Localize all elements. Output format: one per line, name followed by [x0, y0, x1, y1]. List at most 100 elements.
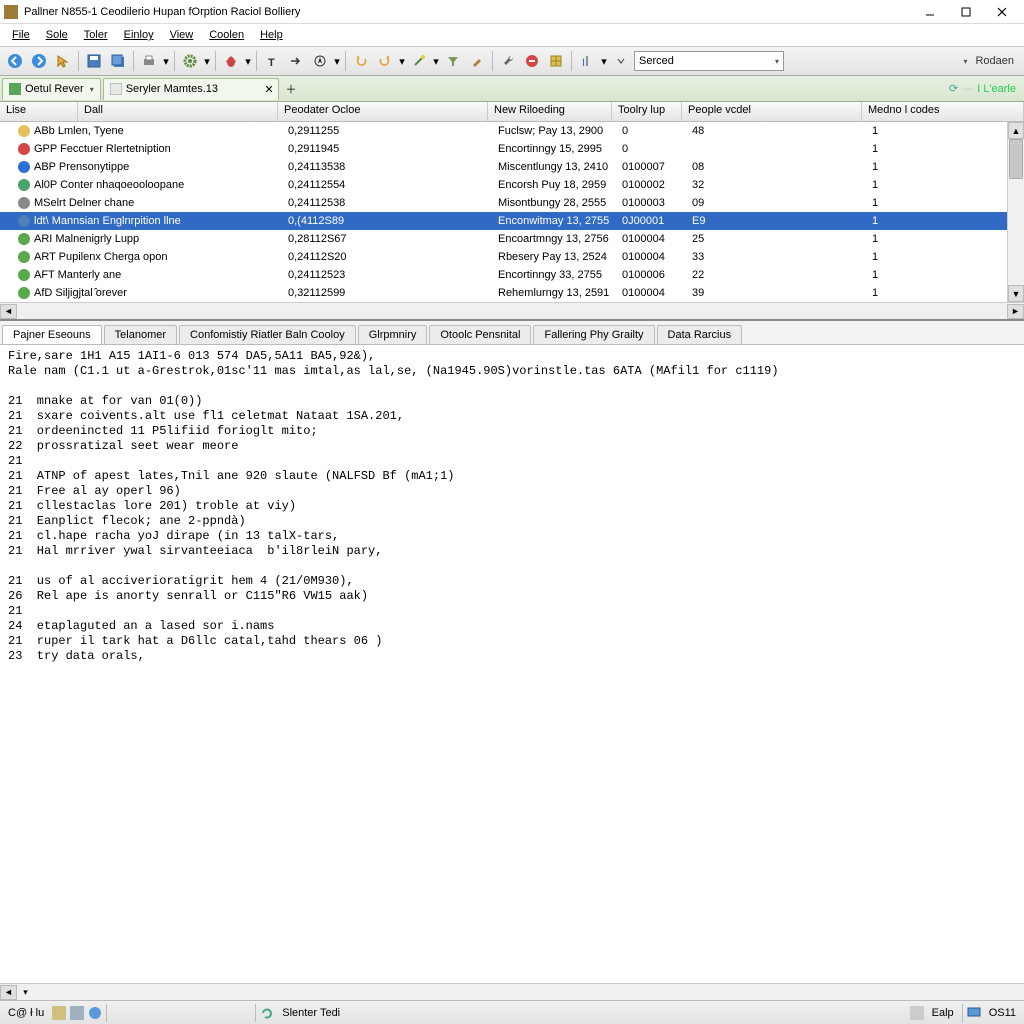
scroll-thumb[interactable]: [1009, 139, 1023, 179]
print-dropdown[interactable]: ▾: [162, 55, 170, 68]
tab-icon: [9, 83, 21, 95]
status-bar: C@ ł lu Slenter Tedi Ealp OS11: [0, 1000, 1024, 1024]
detail-tab[interactable]: Fallering Phy Grailty: [533, 325, 654, 344]
detail-tab[interactable]: Glrpmniry: [358, 325, 428, 344]
menu-file[interactable]: File: [4, 27, 38, 43]
globe-icon[interactable]: [88, 1006, 102, 1020]
tabstrip-right-label[interactable]: I L'earle: [977, 83, 1016, 95]
menu-view[interactable]: View: [162, 27, 202, 43]
wand-icon[interactable]: [408, 50, 430, 72]
status-right-1[interactable]: Ealp: [928, 1007, 958, 1019]
grid-icon[interactable]: [545, 50, 567, 72]
code-horizontal-scrollbar[interactable]: ◄ ▾: [0, 983, 1024, 1000]
refresh-icon[interactable]: [260, 1006, 274, 1020]
text-cursor-dropdown[interactable]: ▾: [600, 55, 608, 68]
wrench-icon[interactable]: [497, 50, 519, 72]
table-row[interactable]: ABP Prensonytippe0,24113538Miscentlungy …: [0, 158, 1024, 176]
forward-icon[interactable]: [28, 50, 50, 72]
vertical-scrollbar[interactable]: ▲ ▼: [1007, 122, 1024, 302]
save-all-icon[interactable]: [107, 50, 129, 72]
detail-tab[interactable]: Data Rarcius: [657, 325, 743, 344]
detail-tab[interactable]: Confomistiy Riatler Baln Cooloy: [179, 325, 356, 344]
grid-body[interactable]: ABb Lmlen, Tyene0,2911255Fuclsw; Pay 13,…: [0, 122, 1024, 302]
search-input[interactable]: [639, 55, 775, 67]
maximize-button[interactable]: [948, 1, 984, 23]
sync-icon[interactable]: ⟳: [949, 82, 958, 95]
scroll-left-icon[interactable]: ◄: [0, 985, 17, 1000]
table-row[interactable]: Al0P Conter nhaqoeooloopane0,24112554Enc…: [0, 176, 1024, 194]
monitor-icon[interactable]: [967, 1006, 981, 1020]
close-button[interactable]: [984, 1, 1020, 23]
gear-icon[interactable]: [179, 50, 201, 72]
status-center-button[interactable]: Slenter Tedi: [278, 1007, 344, 1019]
compass-dropdown[interactable]: ▾: [333, 55, 341, 68]
scroll-left-icon[interactable]: ◄: [0, 304, 17, 319]
wand-dropdown[interactable]: ▾: [432, 55, 440, 68]
file-icon: [110, 83, 122, 95]
tab-oetul-rever[interactable]: Oetul Rever: [2, 78, 101, 100]
filter-icon[interactable]: [442, 50, 464, 72]
menu-toler[interactable]: Toler: [76, 27, 116, 43]
bug-icon[interactable]: [220, 50, 242, 72]
scroll-menu-icon[interactable]: ▾: [17, 987, 34, 998]
menu-coolen[interactable]: Coolen: [201, 27, 252, 43]
svg-text:T: T: [268, 57, 275, 68]
text-tool-icon[interactable]: T: [261, 50, 283, 72]
column-header[interactable]: Peodater Ocloe: [278, 102, 488, 121]
back-icon[interactable]: [4, 50, 26, 72]
detail-tabs: Pajner Eseouns Telanomer Confomistiy Ria…: [0, 321, 1024, 345]
redo-dropdown[interactable]: ▾: [398, 55, 406, 68]
status-icon[interactable]: [70, 1006, 84, 1020]
table-row[interactable]: ABb Lmlen, Tyene0,2911255Fuclsw; Pay 13,…: [0, 122, 1024, 140]
table-row[interactable]: MSelrt Delner chane0,24112538Misontbungy…: [0, 194, 1024, 212]
table-row[interactable]: ART Pupilenx Cherga opon0,24112S20Rbeser…: [0, 248, 1024, 266]
tab-label: Seryler Mamtes.13: [126, 83, 218, 95]
text-cursor-icon[interactable]: I: [576, 50, 598, 72]
menu-help[interactable]: Help: [252, 27, 291, 43]
tab-close-icon[interactable]: ✕: [262, 82, 276, 96]
bug-dropdown[interactable]: ▾: [244, 55, 252, 68]
detail-tab[interactable]: Otoolc Pensnital: [429, 325, 531, 344]
status-icon[interactable]: [910, 1006, 924, 1020]
code-view[interactable]: Fire,sare 1H1 A15 1AI1-6 013 574 DA5,5A1…: [0, 345, 1024, 983]
table-row[interactable]: ldt\ Mannsian Englnrpition llne0,(4112S8…: [0, 212, 1024, 230]
detail-tab[interactable]: Pajner Eseouns: [2, 325, 102, 344]
table-row[interactable]: ARI Malnenigrly Lupp0,28112S67Encoartmng…: [0, 230, 1024, 248]
minimize-button[interactable]: [912, 1, 948, 23]
grid-horizontal-scrollbar[interactable]: ◄ ►: [0, 302, 1024, 319]
column-header[interactable]: Lise: [0, 102, 78, 121]
menu-bar: File Sole Toler Einloy View Coolen Help: [0, 24, 1024, 46]
table-row[interactable]: AfD Siljigjtal ̂orever0,32112599Rehemlur…: [0, 284, 1024, 302]
undo-icon[interactable]: [350, 50, 372, 72]
status-icon[interactable]: [52, 1006, 66, 1020]
table-row[interactable]: GPP Fecctuer Rlertetniption0,2911945Enco…: [0, 140, 1024, 158]
column-header[interactable]: People vcdel: [682, 102, 862, 121]
status-right-2[interactable]: OS11: [985, 1007, 1020, 1019]
brush-icon[interactable]: [466, 50, 488, 72]
stop-icon[interactable]: [521, 50, 543, 72]
table-row[interactable]: AFT Manterly ane0,24112523Encortinngy 33…: [0, 266, 1024, 284]
scroll-down-icon[interactable]: ▼: [1008, 285, 1024, 302]
arrow-right-icon[interactable]: [285, 50, 307, 72]
column-header[interactable]: Medno l codes: [862, 102, 1024, 121]
data-grid: Lise Dall Peodater Ocloe New Riloeding T…: [0, 102, 1024, 321]
redo-icon[interactable]: [374, 50, 396, 72]
add-tab-button[interactable]: ＋: [281, 79, 301, 99]
tab-seryler-mamtes[interactable]: Seryler Mamtes.13 ✕: [103, 78, 279, 100]
column-header[interactable]: Toolry lup: [612, 102, 682, 121]
menu-einloy[interactable]: Einloy: [116, 27, 162, 43]
column-header[interactable]: New Riloeding: [488, 102, 612, 121]
scroll-up-icon[interactable]: ▲: [1008, 122, 1024, 139]
print-icon[interactable]: [138, 50, 160, 72]
detail-tab[interactable]: Telanomer: [104, 325, 177, 344]
save-icon[interactable]: [83, 50, 105, 72]
gear-dropdown[interactable]: ▾: [203, 55, 211, 68]
column-header[interactable]: Dall: [78, 102, 278, 121]
chevron-down-icon[interactable]: [610, 50, 632, 72]
pointer-icon[interactable]: [52, 50, 74, 72]
search-input-container[interactable]: ▾: [634, 51, 784, 71]
menu-sole[interactable]: Sole: [38, 27, 76, 43]
scroll-right-icon[interactable]: ►: [1007, 304, 1024, 319]
compass-icon[interactable]: [309, 50, 331, 72]
toolbar-right-label[interactable]: Rodaen: [969, 55, 1020, 67]
